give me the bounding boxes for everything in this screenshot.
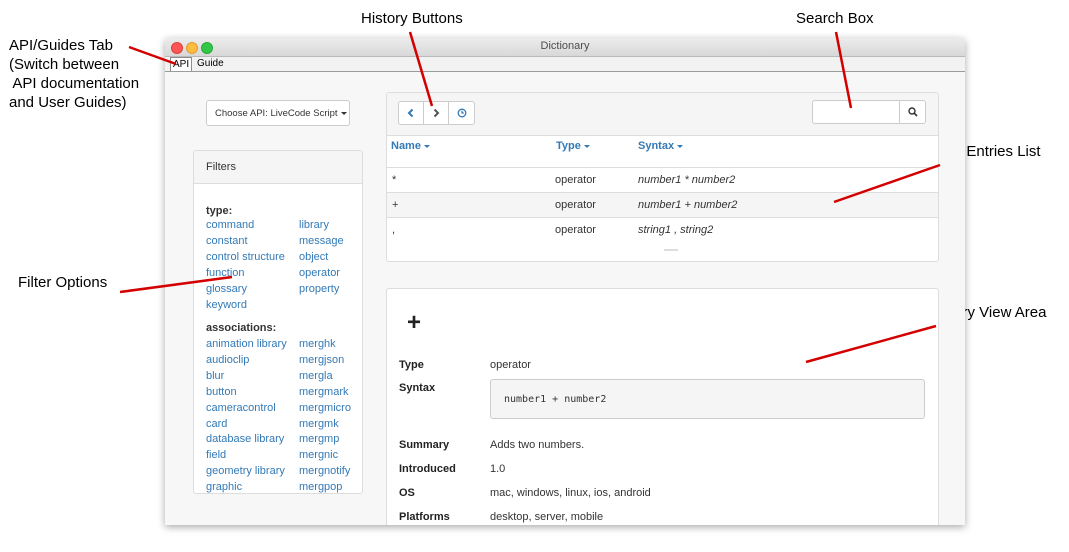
api-entries-panel: Name Type Syntax * operator number1 * nu…: [386, 92, 939, 262]
os-value: mac, windows, linux, ios, android: [490, 487, 651, 499]
association-filter-link[interactable]: mergpop: [299, 480, 351, 493]
association-filter-link[interactable]: mergmk: [299, 417, 351, 433]
association-filter-link[interactable]: button: [206, 385, 287, 401]
os-label: OS: [399, 487, 415, 499]
chevron-right-icon: [433, 108, 440, 118]
association-filter-link[interactable]: mergmp: [299, 432, 351, 448]
entry-type: operator: [555, 224, 596, 236]
association-filter-link[interactable]: animation library: [206, 337, 287, 353]
summary-label: Summary: [399, 439, 450, 451]
entry-type: operator: [555, 199, 596, 211]
association-filter-link[interactable]: mergnic: [299, 448, 351, 464]
type-filter-link[interactable]: command: [206, 218, 285, 234]
type-filter-list-2: library message object operator property: [299, 218, 344, 298]
entry-name: *: [392, 174, 397, 186]
history-buttons: [398, 101, 475, 125]
association-filter-list-1: animation library audioclip blur button came…: [206, 337, 287, 493]
callout-filter-options: Filter Options: [18, 274, 108, 291]
search-button[interactable]: [899, 100, 926, 124]
dictionary-content: Choose API: LiveCode Script Filters type…: [165, 72, 965, 525]
column-header-type[interactable]: Type: [556, 140, 590, 152]
association-filter-link[interactable]: geometry library: [206, 464, 287, 480]
type-filter-link[interactable]: constant: [206, 234, 285, 250]
choose-api-label: Choose API: LiveCode Script: [215, 108, 338, 119]
tab-guide[interactable]: Guide: [195, 57, 226, 70]
association-filter-link[interactable]: mergjson: [299, 353, 351, 369]
syntax-code-block: number1 + number2: [490, 379, 925, 419]
association-filter-link[interactable]: mergnotify: [299, 464, 351, 480]
association-filter-link[interactable]: card: [206, 417, 287, 433]
type-heading: type:: [206, 205, 233, 217]
clock-icon: [457, 108, 466, 118]
type-value: operator: [490, 359, 531, 371]
tab-api[interactable]: API: [170, 57, 193, 71]
table-row-selected[interactable]: + operator number1 + number2: [387, 192, 938, 217]
association-filter-link[interactable]: audioclip: [206, 353, 287, 369]
column-header-syntax[interactable]: Syntax: [638, 140, 684, 152]
entry-title: +: [407, 309, 422, 336]
chevron-left-icon: [407, 108, 414, 118]
api-toolbar: [387, 93, 938, 136]
history-button[interactable]: [449, 102, 474, 124]
type-filter-link[interactable]: property: [299, 282, 344, 298]
type-filter-link[interactable]: object: [299, 250, 344, 266]
introduced-label: Introduced: [399, 463, 456, 475]
associations-heading: associations:: [206, 322, 277, 334]
forward-button[interactable]: [424, 102, 449, 124]
sort-caret-icon: [583, 144, 590, 148]
association-filter-link[interactable]: merghk: [299, 337, 351, 353]
type-filter-link[interactable]: library: [299, 218, 344, 234]
caret-down-icon: [340, 111, 347, 115]
back-button[interactable]: [399, 102, 424, 124]
association-filter-link[interactable]: graphic: [206, 480, 287, 493]
search-icon: [907, 107, 918, 117]
entry-name: +: [392, 199, 399, 211]
callout-search-box: Search Box: [796, 10, 874, 27]
association-filter-link[interactable]: mergmicro: [299, 401, 351, 417]
resize-handle[interactable]: [664, 249, 678, 251]
filters-heading: Filters: [194, 151, 362, 184]
column-header-name[interactable]: Name: [391, 140, 430, 152]
table-row[interactable]: * operator number1 * number2: [387, 167, 938, 192]
filters-panel: Filters type: command constant control str…: [193, 150, 363, 494]
platforms-label: Platforms: [399, 511, 450, 523]
callout-api-guides-tab: API/Guides Tab (Switch between API docum…: [9, 37, 140, 111]
entry-syntax: string1 , string2: [638, 224, 714, 236]
choose-api-dropdown[interactable]: Choose API: LiveCode Script: [206, 100, 350, 126]
sort-caret-icon: [677, 144, 684, 148]
type-filter-link[interactable]: glossary: [206, 282, 285, 298]
association-filter-link[interactable]: mergla: [299, 369, 351, 385]
association-filter-list-2: merghk mergjson mergla mergmark mergmicro mer…: [299, 337, 351, 493]
type-filter-link[interactable]: control structure: [206, 250, 285, 266]
introduced-value: 1.0: [490, 463, 506, 475]
type-filter-list-1: command constant control structure function…: [206, 218, 285, 313]
type-label: Type: [399, 359, 424, 371]
entry-syntax: number1 + number2: [638, 199, 738, 211]
callout-history-buttons: History Buttons: [361, 10, 463, 27]
search-input[interactable]: [812, 100, 900, 124]
type-filter-link[interactable]: message: [299, 234, 344, 250]
entry-type: operator: [555, 174, 596, 186]
type-filter-link[interactable]: function: [206, 266, 285, 282]
association-filter-link[interactable]: mergmark: [299, 385, 351, 401]
title-bar: Dictionary: [165, 38, 965, 57]
type-filter-link[interactable]: operator: [299, 266, 344, 282]
summary-value: Adds two numbers.: [490, 439, 585, 451]
entry-view-panel: + Type operator Syntax number1 + number2…: [386, 288, 939, 525]
type-filter-link[interactable]: keyword: [206, 298, 285, 314]
tab-bar: API Guide: [165, 57, 965, 72]
association-filter-link[interactable]: field: [206, 448, 287, 464]
syntax-label: Syntax: [399, 382, 436, 394]
entry-syntax: number1 * number2: [638, 174, 736, 186]
entry-name: ,: [392, 224, 396, 236]
association-filter-link[interactable]: database library: [206, 432, 287, 448]
association-filter-link[interactable]: blur: [206, 369, 287, 385]
dictionary-window: Dictionary API Guide Choose API: LiveCod…: [165, 38, 965, 525]
sort-caret-icon: [423, 144, 430, 148]
table-row[interactable]: , operator string1 , string2: [387, 217, 938, 242]
window-title: Dictionary: [540, 40, 590, 52]
platforms-value: desktop, server, mobile: [490, 511, 604, 523]
association-filter-link[interactable]: cameracontrol: [206, 401, 287, 417]
